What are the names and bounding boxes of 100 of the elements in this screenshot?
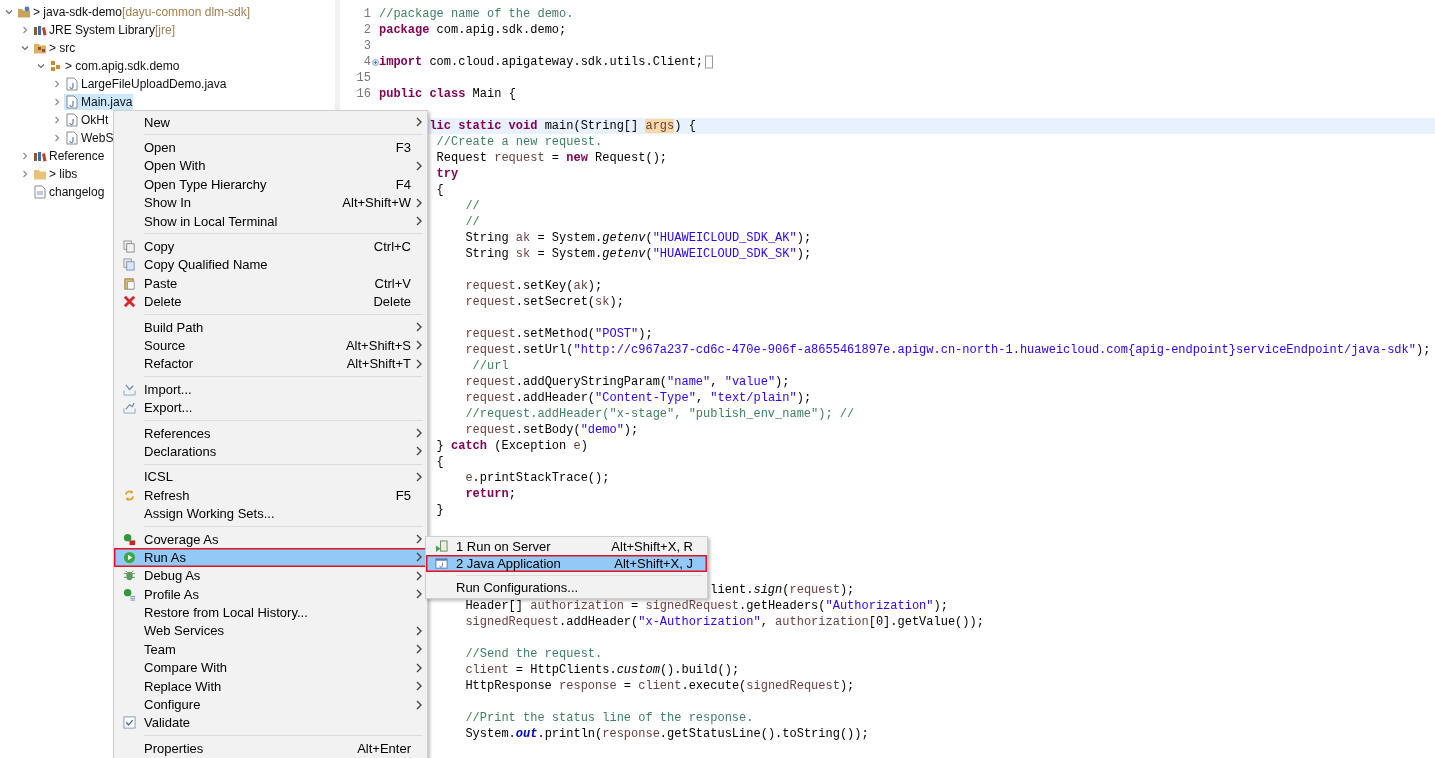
- menu-item[interactable]: New: [114, 113, 427, 132]
- menu-item[interactable]: Assign Working Sets...: [114, 504, 427, 523]
- tree-item[interactable]: JRE System Library[jre]: [32, 22, 177, 38]
- menu-item[interactable]: Open With: [114, 156, 427, 176]
- line-number: 3: [363, 39, 371, 53]
- menu-item[interactable]: Copy Ctrl+C: [114, 237, 427, 256]
- menu-item[interactable]: References: [114, 423, 427, 443]
- chevron-icon[interactable]: [53, 116, 61, 124]
- menu-item[interactable]: Restore from Local History...: [114, 603, 427, 622]
- code-line: {: [436, 182, 444, 198]
- menu-item[interactable]: Declarations: [114, 442, 427, 461]
- line-number: 16: [356, 87, 371, 101]
- chevron-icon[interactable]: [37, 62, 45, 70]
- code-line: request.setBody("demo");: [465, 422, 639, 438]
- menu-item[interactable]: Build Path: [114, 317, 427, 337]
- code-line: return;: [465, 486, 516, 502]
- bug-icon: [122, 569, 136, 583]
- menu-item[interactable]: Properties Alt+Enter: [114, 739, 427, 758]
- package-icon: [49, 59, 63, 73]
- tree-item[interactable]: LargeFileUploadDemo.java: [64, 76, 228, 92]
- chevron-icon[interactable]: [21, 26, 29, 34]
- menu-item[interactable]: Refresh F5: [114, 486, 427, 505]
- tree-item[interactable]: > com.apig.sdk.demo: [48, 58, 181, 74]
- java-file-icon: [65, 113, 79, 127]
- menu-item[interactable]: Open F3: [114, 138, 427, 157]
- clipboard-icon: [122, 276, 136, 290]
- line-number: 15: [356, 71, 371, 85]
- menu-item[interactable]: ICSL: [114, 467, 427, 487]
- profile-icon: [122, 587, 136, 601]
- refresh-icon: [122, 488, 136, 502]
- code-line: lic static void main(String[] args) {: [429, 118, 696, 134]
- menu-item[interactable]: Show In Alt+Shift+W: [114, 193, 427, 212]
- menu-item[interactable]: Profile As: [114, 585, 427, 604]
- run-icon: [122, 550, 136, 564]
- menu-item[interactable]: Refactor Alt+Shift+T: [114, 354, 427, 374]
- line-number: 2: [363, 23, 371, 37]
- folded-code-box-icon[interactable]: [705, 55, 714, 69]
- menu-item[interactable]: Source Alt+Shift+S: [114, 336, 427, 355]
- code-line: e.printStackTrace();: [465, 470, 610, 486]
- java-file-icon: [65, 77, 79, 91]
- code-line: request.addQueryStringParam("name", "value");: [465, 374, 790, 390]
- code-line: //: [465, 214, 480, 230]
- chevron-icon[interactable]: [53, 80, 61, 88]
- menu-item[interactable]: Run Configurations...: [426, 579, 707, 596]
- chevron-icon[interactable]: [53, 134, 61, 142]
- line-number: 4: [363, 55, 371, 69]
- tree-item[interactable]: > src: [32, 40, 77, 56]
- copy-icon: [122, 240, 136, 254]
- chevron-icon[interactable]: [21, 44, 29, 52]
- export-icon: [122, 401, 136, 415]
- code-line: try: [436, 166, 459, 182]
- code-line: request.setKey(ak);: [465, 278, 603, 294]
- code-line: //Print the status line of the response.: [465, 710, 754, 726]
- chevron-icon[interactable]: [5, 8, 13, 16]
- code-line: package com.apig.sdk.demo;: [379, 22, 567, 38]
- java-file-icon: [65, 131, 79, 145]
- tree-item[interactable]: WebS: [64, 130, 115, 146]
- menu-item[interactable]: Coverage As: [114, 529, 427, 549]
- menu-item[interactable]: Show in Local Terminal: [114, 211, 427, 231]
- expand-fold-icon[interactable]: [371, 58, 379, 66]
- java-app-icon: [434, 557, 448, 570]
- tree-item[interactable]: > java-sdk-demo[dayu-common dlm-sdk]: [16, 4, 252, 20]
- menu-item[interactable]: Import...: [114, 380, 427, 399]
- menu-item[interactable]: Team: [114, 640, 427, 659]
- tree-item[interactable]: Reference: [32, 148, 106, 164]
- project-folder-icon: [17, 5, 31, 19]
- package-folder-icon: [33, 41, 47, 55]
- code-line: client = HttpClients.custom().build();: [465, 662, 740, 678]
- tree-item[interactable]: Main.java: [64, 94, 134, 110]
- code-line: //package name of the demo.: [379, 6, 574, 22]
- delete-icon: [122, 295, 136, 309]
- tree-item[interactable]: OkHt: [64, 112, 110, 128]
- chevron-icon[interactable]: [21, 170, 29, 178]
- menu-item[interactable]: Open Type Hierarchy F4: [114, 175, 427, 194]
- menu-item[interactable]: Copy Qualified Name: [114, 255, 427, 275]
- menu-item[interactable]: Validate: [114, 713, 427, 733]
- tree-item[interactable]: > libs: [32, 166, 79, 182]
- file-icon: [33, 185, 47, 199]
- tree-item[interactable]: changelog: [32, 184, 106, 200]
- menu-item[interactable]: Export...: [114, 398, 427, 417]
- menu-item[interactable]: Replace With: [114, 676, 427, 696]
- menu-item[interactable]: 1 Run on Server Alt+Shift+X, R: [426, 538, 707, 555]
- code-line: }: [436, 502, 444, 518]
- menu-item[interactable]: Run As: [114, 548, 427, 567]
- folder-icon: [33, 167, 47, 181]
- menu-item[interactable]: Delete Delete: [114, 292, 427, 311]
- line-number: 1: [363, 7, 371, 21]
- code-line: //Create a new request.: [436, 134, 603, 150]
- chevron-icon[interactable]: [21, 152, 29, 160]
- code-line: String sk = System.getenv("HUAWEICLOUD_SDK_SK");: [465, 246, 812, 262]
- menu-item[interactable]: 2 Java Application Alt+Shift+X, J: [426, 555, 707, 572]
- menu-item[interactable]: Configure: [114, 695, 427, 714]
- menu-item[interactable]: Compare With: [114, 658, 427, 677]
- menu-item[interactable]: Web Services: [114, 621, 427, 641]
- code-line: signedRequest.addHeader("x-Authorization", authorization[0].getValue());: [465, 614, 984, 630]
- chevron-icon[interactable]: [53, 98, 61, 106]
- code-line: Request request = new Request();: [436, 150, 668, 166]
- menu-item[interactable]: Debug As: [114, 566, 427, 585]
- server-run-icon: [434, 540, 448, 553]
- menu-item[interactable]: Paste Ctrl+V: [114, 274, 427, 293]
